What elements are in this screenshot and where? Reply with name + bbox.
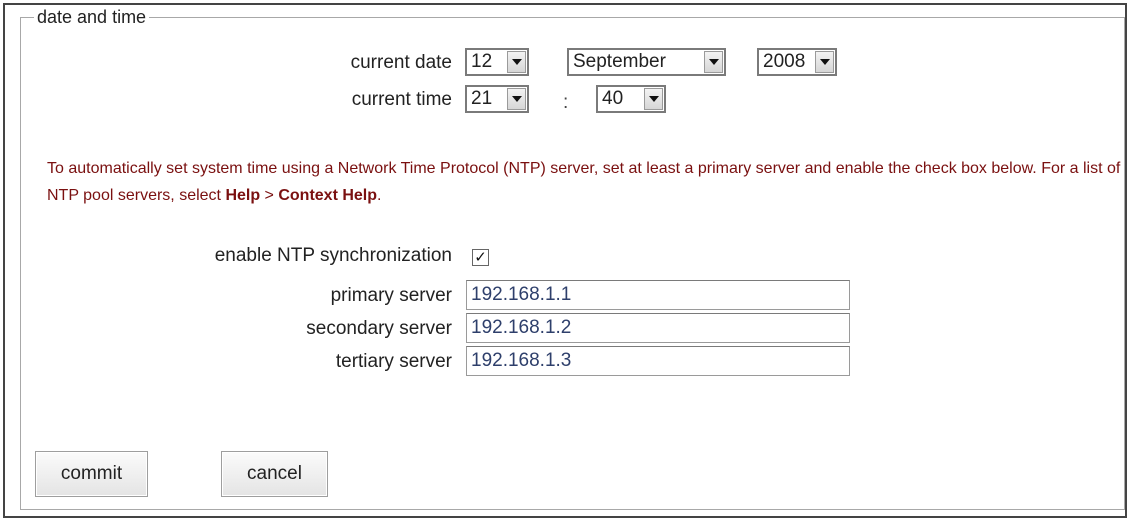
tertiary-server-label: tertiary server [335,351,452,372]
enable-ntp-label: enable NTP synchronization [214,245,452,266]
checkmark-icon: ✓ [474,249,487,266]
chevron-down-icon [815,51,834,73]
hour-select[interactable]: 21 [465,85,529,113]
current-time-label: current time [351,89,452,110]
day-value: 12 [471,51,493,72]
secondary-server-input[interactable] [466,313,850,343]
minute-value: 40 [602,88,624,109]
notice-text: To automatically set system time using a… [47,160,1121,204]
primary-server-label: primary server [330,285,452,306]
day-select[interactable]: 12 [465,48,529,76]
commit-button[interactable]: commit [35,451,148,497]
notice-end: . [377,187,382,204]
year-value: 2008 [763,51,806,72]
context-help-link: Context Help [278,187,378,204]
cancel-button[interactable]: cancel [221,451,328,497]
month-value: September [573,51,666,72]
chevron-down-icon [507,51,526,73]
year-select[interactable]: 2008 [757,48,837,76]
hour-value: 21 [471,88,493,109]
chevron-down-icon [507,88,526,110]
menu-arrow: > [260,187,279,204]
ntp-help-notice: To automatically set system time using a… [47,155,1127,209]
tertiary-server-input[interactable] [466,346,850,376]
enable-ntp-checkbox[interactable]: ✓ [472,249,489,266]
chevron-down-icon [704,51,723,73]
time-separator: : [563,92,569,113]
fieldset-legend: date and time [34,7,150,27]
primary-server-input[interactable] [466,280,850,310]
chevron-down-icon [644,88,663,110]
month-select[interactable]: September [567,48,726,76]
help-menu-link: Help [225,187,261,204]
secondary-server-label: secondary server [306,318,452,339]
minute-select[interactable]: 40 [596,85,666,113]
current-date-label: current date [350,52,452,73]
